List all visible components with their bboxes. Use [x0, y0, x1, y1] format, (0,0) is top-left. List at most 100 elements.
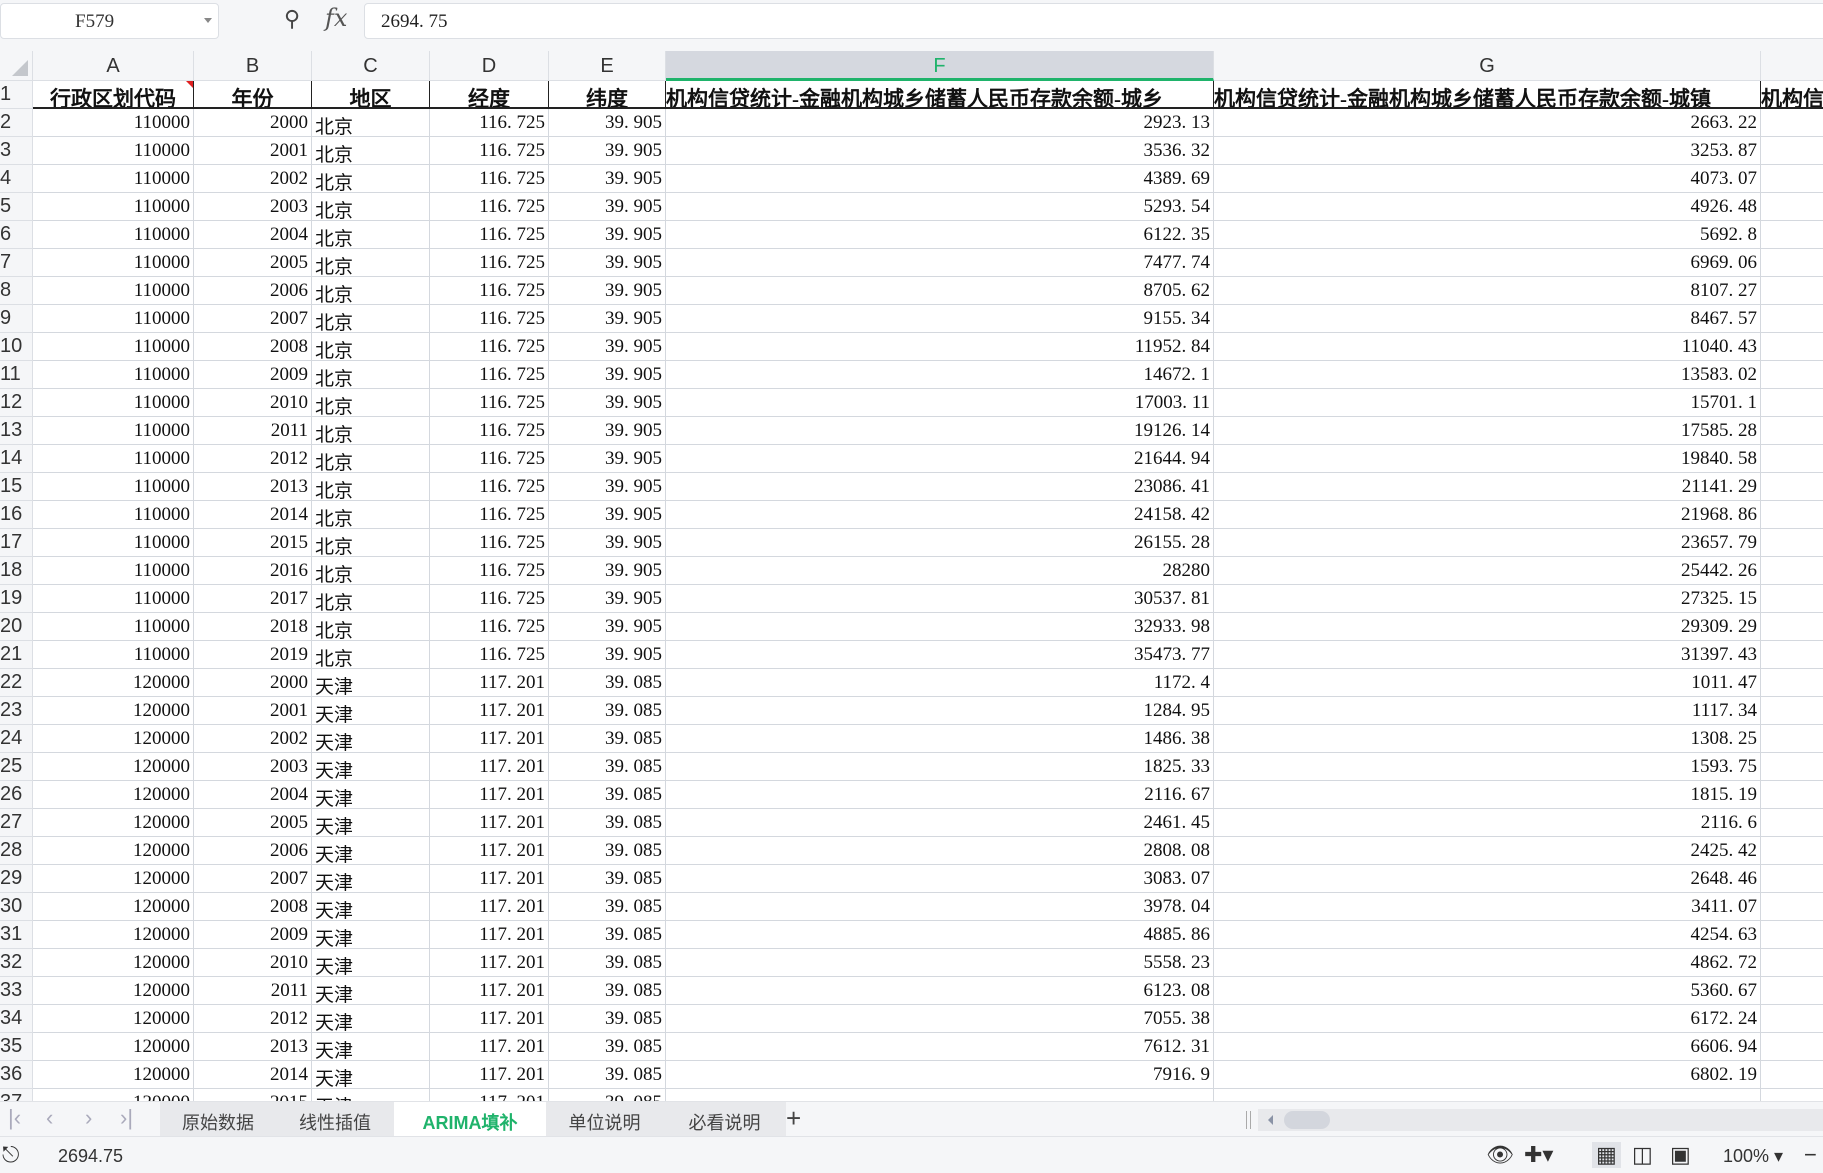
cell[interactable]: 5558. 23 [666, 949, 1214, 977]
cell[interactable]: 北京 [312, 473, 430, 501]
cell[interactable]: 3083. 07 [666, 865, 1214, 893]
column-header-f[interactable]: F [666, 51, 1214, 81]
cell[interactable]: 120000 [33, 893, 194, 921]
cell[interactable]: 2808. 08 [666, 837, 1214, 865]
cell[interactable]: 120000 [33, 1033, 194, 1061]
cell[interactable]: 2013 [194, 473, 312, 501]
row-header[interactable]: 11 [0, 361, 33, 389]
cell[interactable]: 天津 [312, 865, 430, 893]
cell[interactable]: 2009 [194, 361, 312, 389]
row-header[interactable]: 28 [0, 837, 33, 865]
cell[interactable] [1761, 109, 1823, 137]
column-header-a[interactable]: A [33, 51, 194, 81]
cell[interactable]: 北京 [312, 249, 430, 277]
cell[interactable]: 2006 [194, 277, 312, 305]
row-header[interactable]: 1 [0, 81, 33, 109]
cell[interactable] [1761, 445, 1823, 473]
cell[interactable]: 4885. 86 [666, 921, 1214, 949]
cell[interactable]: 28280 [666, 557, 1214, 585]
name-box[interactable]: F579 [0, 3, 219, 39]
cell[interactable]: 7612. 31 [666, 1033, 1214, 1061]
header-cell[interactable]: 机构信贷统计-金融机构城乡储蓄人民币存款余额-城镇 [1214, 81, 1761, 109]
cell[interactable]: 110000 [33, 305, 194, 333]
cell[interactable]: 27325. 15 [1214, 585, 1761, 613]
cell[interactable]: 19126. 14 [666, 417, 1214, 445]
cell[interactable] [1761, 277, 1823, 305]
cell[interactable]: 39. 905 [549, 389, 666, 417]
cell[interactable]: 1172. 4 [666, 669, 1214, 697]
cell[interactable]: 天津 [312, 725, 430, 753]
cell[interactable]: 23657. 79 [1214, 529, 1761, 557]
row-header[interactable]: 36 [0, 1061, 33, 1089]
cell[interactable]: 110000 [33, 501, 194, 529]
cell[interactable]: 39. 905 [549, 221, 666, 249]
cell[interactable]: 2017 [194, 585, 312, 613]
freeze-panes-icon[interactable]: ✚▾ [1524, 1142, 1553, 1168]
cell[interactable]: 116. 725 [430, 557, 549, 585]
cell[interactable]: 2013 [194, 1033, 312, 1061]
scrollbar-thumb[interactable] [1284, 1111, 1330, 1129]
cell[interactable]: 117. 201 [430, 837, 549, 865]
cell[interactable]: 3978. 04 [666, 893, 1214, 921]
cell[interactable]: 39. 905 [549, 585, 666, 613]
header-cell[interactable]: 纬度 [549, 81, 666, 109]
chevron-down-icon[interactable] [204, 18, 212, 23]
cell[interactable]: 110000 [33, 193, 194, 221]
cell[interactable]: 2648. 46 [1214, 865, 1761, 893]
cell[interactable]: 14672. 1 [666, 361, 1214, 389]
cell[interactable] [1761, 837, 1823, 865]
cell[interactable]: 1486. 38 [666, 725, 1214, 753]
cell[interactable]: 116. 725 [430, 305, 549, 333]
cell[interactable]: 110000 [33, 137, 194, 165]
cell[interactable]: 120000 [33, 725, 194, 753]
cell[interactable]: 2002 [194, 725, 312, 753]
cell[interactable]: 120000 [33, 949, 194, 977]
cell[interactable]: 39. 085 [549, 949, 666, 977]
row-header[interactable]: 8 [0, 277, 33, 305]
cell[interactable]: 116. 725 [430, 501, 549, 529]
cell[interactable] [1761, 641, 1823, 669]
cell[interactable]: 117. 201 [430, 809, 549, 837]
cell[interactable]: 116. 725 [430, 277, 549, 305]
cell[interactable]: 117. 201 [430, 949, 549, 977]
cell[interactable]: 39. 905 [549, 641, 666, 669]
cell[interactable]: 116. 725 [430, 445, 549, 473]
cell[interactable]: 120000 [33, 781, 194, 809]
function-icon[interactable]: fx [325, 4, 347, 32]
cell[interactable] [1761, 249, 1823, 277]
cell[interactable]: 32933. 98 [666, 613, 1214, 641]
cell[interactable]: 39. 085 [549, 1033, 666, 1061]
cell[interactable]: 39. 905 [549, 473, 666, 501]
cell[interactable]: 13583. 02 [1214, 361, 1761, 389]
row-header[interactable]: 5 [0, 193, 33, 221]
cell[interactable] [1761, 977, 1823, 1005]
cell[interactable]: 117. 201 [430, 893, 549, 921]
cell[interactable]: 2006 [194, 837, 312, 865]
row-header[interactable]: 30 [0, 893, 33, 921]
cell[interactable] [1761, 165, 1823, 193]
cell[interactable]: 30537. 81 [666, 585, 1214, 613]
cell[interactable]: 117. 201 [430, 697, 549, 725]
cell[interactable] [1761, 529, 1823, 557]
cell[interactable]: 117. 201 [430, 669, 549, 697]
row-header[interactable]: 4 [0, 165, 33, 193]
cell[interactable]: 2004 [194, 221, 312, 249]
cell[interactable]: 6969. 06 [1214, 249, 1761, 277]
sheet-tab[interactable]: ARIMA填补 [394, 1102, 546, 1137]
comment-indicator-icon[interactable] [186, 81, 193, 88]
cell[interactable]: 39. 905 [549, 557, 666, 585]
cell[interactable] [1761, 305, 1823, 333]
cell[interactable]: 117. 201 [430, 921, 549, 949]
row-header[interactable]: 9 [0, 305, 33, 333]
row-header[interactable]: 12 [0, 389, 33, 417]
cell[interactable] [1761, 361, 1823, 389]
header-cell[interactable]: 地区 [312, 81, 430, 109]
sheet-tab[interactable]: 单位说明 [546, 1102, 663, 1137]
cell[interactable]: 2001 [194, 697, 312, 725]
cell[interactable]: 39. 085 [549, 781, 666, 809]
row-header[interactable]: 25 [0, 753, 33, 781]
cell[interactable] [1761, 753, 1823, 781]
cell[interactable]: 1815. 19 [1214, 781, 1761, 809]
cell[interactable]: 21141. 29 [1214, 473, 1761, 501]
cell[interactable]: 2002 [194, 165, 312, 193]
